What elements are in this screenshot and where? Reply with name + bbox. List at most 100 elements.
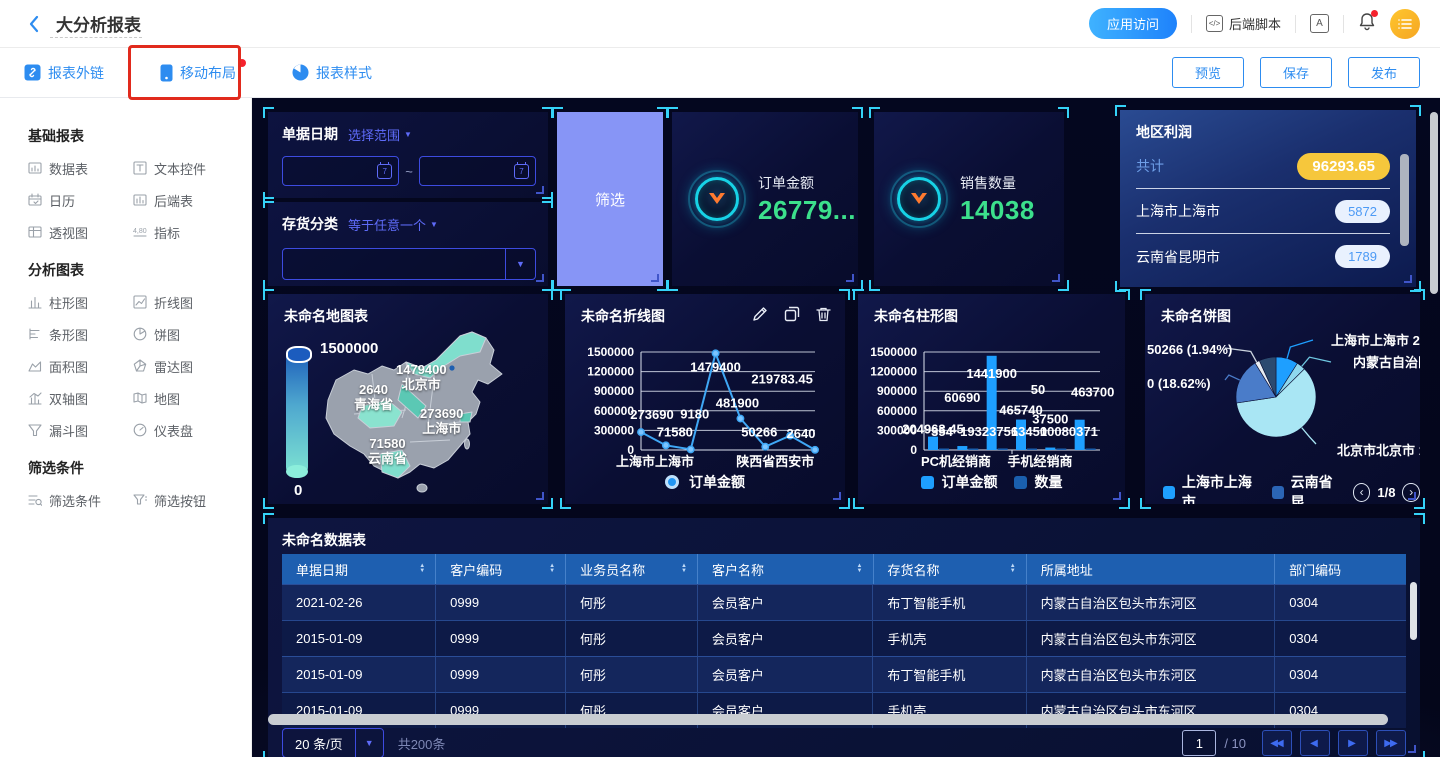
date-from-input[interactable]: 7 — [282, 156, 399, 186]
widget-region-profit[interactable]: 地区利润 共计96293.65上海市上海市5872云南省昆明市1789 — [1120, 110, 1416, 287]
legend-swatch[interactable] — [1272, 486, 1284, 499]
preview-button[interactable]: 预览 — [1172, 57, 1244, 88]
resize-handle[interactable] — [536, 492, 544, 500]
legend-swatch[interactable] — [921, 476, 934, 489]
resize-handle[interactable] — [1404, 275, 1412, 283]
first-page-button[interactable]: ◀◀ — [1262, 730, 1292, 756]
sidebar-item-双轴图[interactable]: 双轴图 — [28, 382, 133, 414]
region-profit-row[interactable]: 上海市上海市5872 — [1136, 189, 1390, 234]
page-title[interactable]: 大分析报表 — [56, 11, 141, 36]
resize-handle[interactable] — [536, 186, 544, 194]
calendar-icon: 7 — [377, 164, 392, 179]
table-row[interactable]: 2021-02-260999何彤会员客户布丁智能手机内蒙古自治区包头市东河区03… — [282, 584, 1406, 620]
save-button[interactable]: 保存 — [1260, 57, 1332, 88]
horizontal-scrollbar[interactable] — [268, 714, 1388, 725]
edit-icon[interactable] — [752, 306, 768, 322]
sidebar-item-雷达图[interactable]: 雷达图 — [133, 350, 238, 382]
sort-icon[interactable]: ▲▼ — [419, 564, 425, 574]
resize-handle[interactable] — [1408, 492, 1416, 500]
table-row[interactable]: 2015-01-090999何彤会员客户布丁智能手机内蒙古自治区包头市东河区03… — [282, 656, 1406, 692]
next-page-button[interactable]: ▶ — [1338, 730, 1368, 756]
backend-script-button[interactable]: </> 后端脚本 — [1206, 14, 1281, 33]
widget-metric-order-amount[interactable]: 订单金额 26779... — [672, 112, 858, 286]
sidebar-item-条形图[interactable]: 条形图 — [28, 318, 133, 350]
category-mode-dropdown[interactable]: 等于任意一个▼ — [348, 215, 438, 234]
sort-icon[interactable]: ▲▼ — [549, 564, 555, 574]
publish-button[interactable]: 发布 — [1348, 57, 1420, 88]
sidebar-item-后端表[interactable]: 后端表 — [133, 184, 238, 216]
table-scrollbar-thumb[interactable] — [1410, 582, 1417, 640]
table-row[interactable]: 2015-01-090999何彤会员客户手机壳内蒙古自治区包头市东河区0304 — [282, 620, 1406, 656]
column-header-存货名称[interactable]: 存货名称▲▼ — [873, 554, 1026, 584]
tab-report-link[interactable]: 报表外链 — [24, 63, 104, 83]
widget-bar-chart[interactable]: 未命名柱形图 030000060000090000012000001500000… — [858, 294, 1125, 504]
tab-mobile-layout[interactable]: 移动布局 — [160, 63, 236, 83]
sidebar-item-折线图[interactable]: 折线图 — [133, 286, 238, 318]
sort-icon[interactable]: ▲▼ — [857, 564, 863, 574]
date-to-input[interactable]: 7 — [419, 156, 536, 186]
prev-page-button[interactable]: ◀ — [1300, 730, 1330, 756]
canvas-scrollbar[interactable] — [1430, 112, 1438, 294]
widget-data-table[interactable]: 未命名数据表 单据日期▲▼客户编码▲▼业务员名称▲▼客户名称▲▼存货名称▲▼所属… — [268, 518, 1420, 757]
column-header-业务员名称[interactable]: 业务员名称▲▼ — [565, 554, 697, 584]
notification-bell-icon[interactable] — [1358, 12, 1376, 36]
resize-handle[interactable] — [1113, 492, 1121, 500]
sidebar-item-指标[interactable]: 4,80指标 — [133, 216, 238, 248]
resize-handle[interactable] — [833, 492, 841, 500]
avatar[interactable] — [1390, 9, 1420, 39]
widget-line-chart[interactable]: 未命名折线图 030000060000090000012000001500000… — [565, 294, 845, 504]
legend-label[interactable]: 数量 — [1035, 472, 1063, 492]
resize-handle[interactable] — [536, 274, 544, 282]
sidebar-item-漏斗图[interactable]: 漏斗图 — [28, 414, 133, 446]
back-icon[interactable] — [24, 14, 44, 34]
sidebar-item-文本控件[interactable]: 文本控件 — [133, 152, 238, 184]
resize-handle[interactable] — [846, 274, 854, 282]
column-header-单据日期[interactable]: 单据日期▲▼ — [282, 554, 435, 584]
scrollbar-thumb[interactable] — [1400, 154, 1409, 246]
category-select[interactable]: ▼ — [282, 248, 536, 280]
legend-swatch[interactable] — [1014, 476, 1027, 489]
sort-icon[interactable]: ▲▼ — [681, 564, 687, 574]
widget-metric-sales-qty[interactable]: 销售数量 14038 — [874, 112, 1064, 286]
page-number-input[interactable]: 1 — [1182, 730, 1216, 756]
legend-label[interactable]: 订单金额 — [942, 472, 998, 492]
resize-handle[interactable] — [1052, 274, 1060, 282]
date-range-mode-dropdown[interactable]: 选择范围▼ — [348, 125, 412, 144]
region-profit-row[interactable]: 云南省昆明市1789 — [1136, 234, 1390, 279]
selection-corner — [1119, 289, 1130, 300]
widget-pie-chart[interactable]: 未命名饼图 50266 (1.94%) 0 (18.62%) 上海市上海市 27… — [1145, 294, 1420, 504]
page-size-select[interactable]: 20 条/页 ▼ — [282, 728, 384, 757]
widget-category-filter[interactable]: 存货分类 等于任意一个▼ ▼ — [268, 202, 548, 286]
sidebar-item-柱形图[interactable]: 柱形图 — [28, 286, 133, 318]
language-icon[interactable]: A — [1310, 14, 1329, 33]
column-header-客户编码[interactable]: 客户编码▲▼ — [435, 554, 565, 584]
sidebar-item-面积图[interactable]: 面积图 — [28, 350, 133, 382]
app-access-button[interactable]: 应用访问 — [1089, 8, 1177, 39]
tab-report-style[interactable]: 报表样式 — [292, 63, 372, 83]
widget-map-chart[interactable]: 未命名地图表 1500000 0 — [268, 294, 548, 504]
column-header-客户名称[interactable]: 客户名称▲▼ — [697, 554, 873, 584]
widget-filter-button[interactable]: 筛选 — [557, 112, 663, 286]
legend-swatch[interactable] — [1163, 486, 1175, 499]
sidebar-item-地图[interactable]: 地图 — [133, 382, 238, 414]
sidebar-item-筛选条件[interactable]: 筛选条件 — [28, 484, 133, 516]
pie-legend-prev-button[interactable]: ‹ — [1353, 483, 1371, 502]
legend-label[interactable]: 订单金额 — [689, 472, 745, 492]
legend-dot[interactable] — [665, 475, 679, 489]
delete-icon[interactable] — [816, 306, 831, 322]
legend-label[interactable]: 云南省昆 — [1291, 472, 1342, 504]
sidebar-item-仪表盘[interactable]: 仪表盘 — [133, 414, 238, 446]
resize-handle[interactable] — [651, 274, 659, 282]
copy-icon[interactable] — [784, 306, 800, 322]
last-page-button[interactable]: ▶▶ — [1376, 730, 1406, 756]
legend-label[interactable]: 上海市上海市 — [1182, 472, 1259, 504]
sidebar-item-筛选按钮[interactable]: 筛选按钮 — [133, 484, 238, 516]
sidebar-item-日历[interactable]: 日历 — [28, 184, 133, 216]
widget-date-filter[interactable]: 单据日期 选择范围▼ 7 ~ 7 — [268, 112, 548, 198]
sort-icon[interactable]: ▲▼ — [1010, 564, 1016, 574]
sidebar-item-数据表[interactable]: 数据表 — [28, 152, 133, 184]
sidebar-item-饼图[interactable]: 饼图 — [133, 318, 238, 350]
resize-handle[interactable] — [1408, 745, 1416, 753]
sidebar-item-透视图[interactable]: 透视图 — [28, 216, 133, 248]
region-profit-row[interactable]: 共计96293.65 — [1136, 144, 1390, 189]
